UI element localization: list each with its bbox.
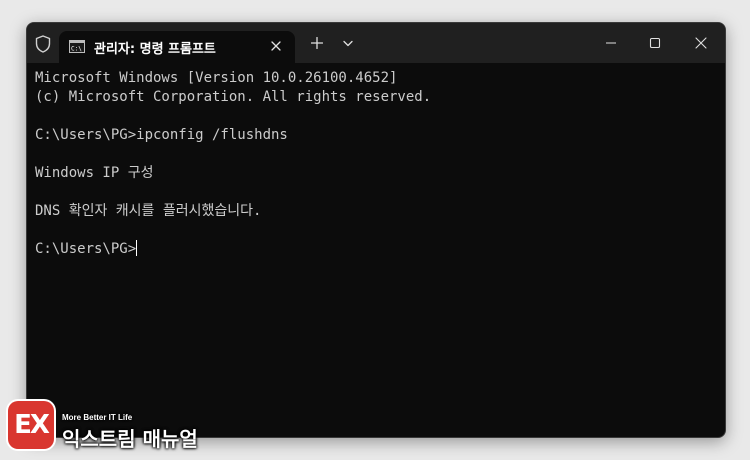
watermark: EX More Better IT Life 익스트림 매뉴얼 bbox=[8, 401, 208, 453]
text-cursor bbox=[136, 240, 138, 256]
svg-text:C:\: C:\ bbox=[71, 46, 82, 53]
tab-command-prompt[interactable]: C:\ 관리자: 명령 프롬프트 bbox=[59, 31, 295, 63]
shield-icon bbox=[35, 35, 51, 53]
title-bar[interactable]: C:\ 관리자: 명령 프롬프트 bbox=[27, 23, 725, 63]
minimize-icon[interactable] bbox=[601, 33, 621, 53]
close-window-icon[interactable] bbox=[691, 33, 711, 53]
terminal-window: C:\ 관리자: 명령 프롬프트 Microsoft Windows [Vers… bbox=[26, 22, 726, 438]
watermark-name: 익스트림 매뉴얼 bbox=[62, 427, 198, 451]
maximize-icon[interactable] bbox=[645, 33, 665, 53]
console-output[interactable]: Microsoft Windows [Version 10.0.26100.46… bbox=[35, 69, 717, 437]
console-line: (c) Microsoft Corporation. All rights re… bbox=[35, 89, 432, 105]
close-icon[interactable] bbox=[269, 39, 283, 53]
chevron-down-icon[interactable] bbox=[343, 40, 353, 47]
console-line: DNS 확인자 캐시를 플러시했습니다. bbox=[35, 203, 262, 219]
console-line: Windows IP 구성 bbox=[35, 165, 154, 181]
tab-title: 관리자: 명령 프롬프트 bbox=[94, 42, 216, 57]
prompt-text: C:\Users\PG> bbox=[35, 241, 137, 257]
watermark-logo-text: EX bbox=[14, 410, 50, 440]
watermark-logo: EX bbox=[8, 401, 54, 449]
plus-icon[interactable] bbox=[311, 37, 323, 49]
prompt-line[interactable]: C:\Users\PG> bbox=[35, 240, 717, 259]
watermark-tagline: More Better IT Life bbox=[62, 413, 133, 422]
console-line: Microsoft Windows [Version 10.0.26100.46… bbox=[35, 70, 398, 86]
console-line: C:\Users\PG>ipconfig /flushdns bbox=[35, 127, 288, 143]
cmd-icon: C:\ bbox=[69, 40, 85, 53]
